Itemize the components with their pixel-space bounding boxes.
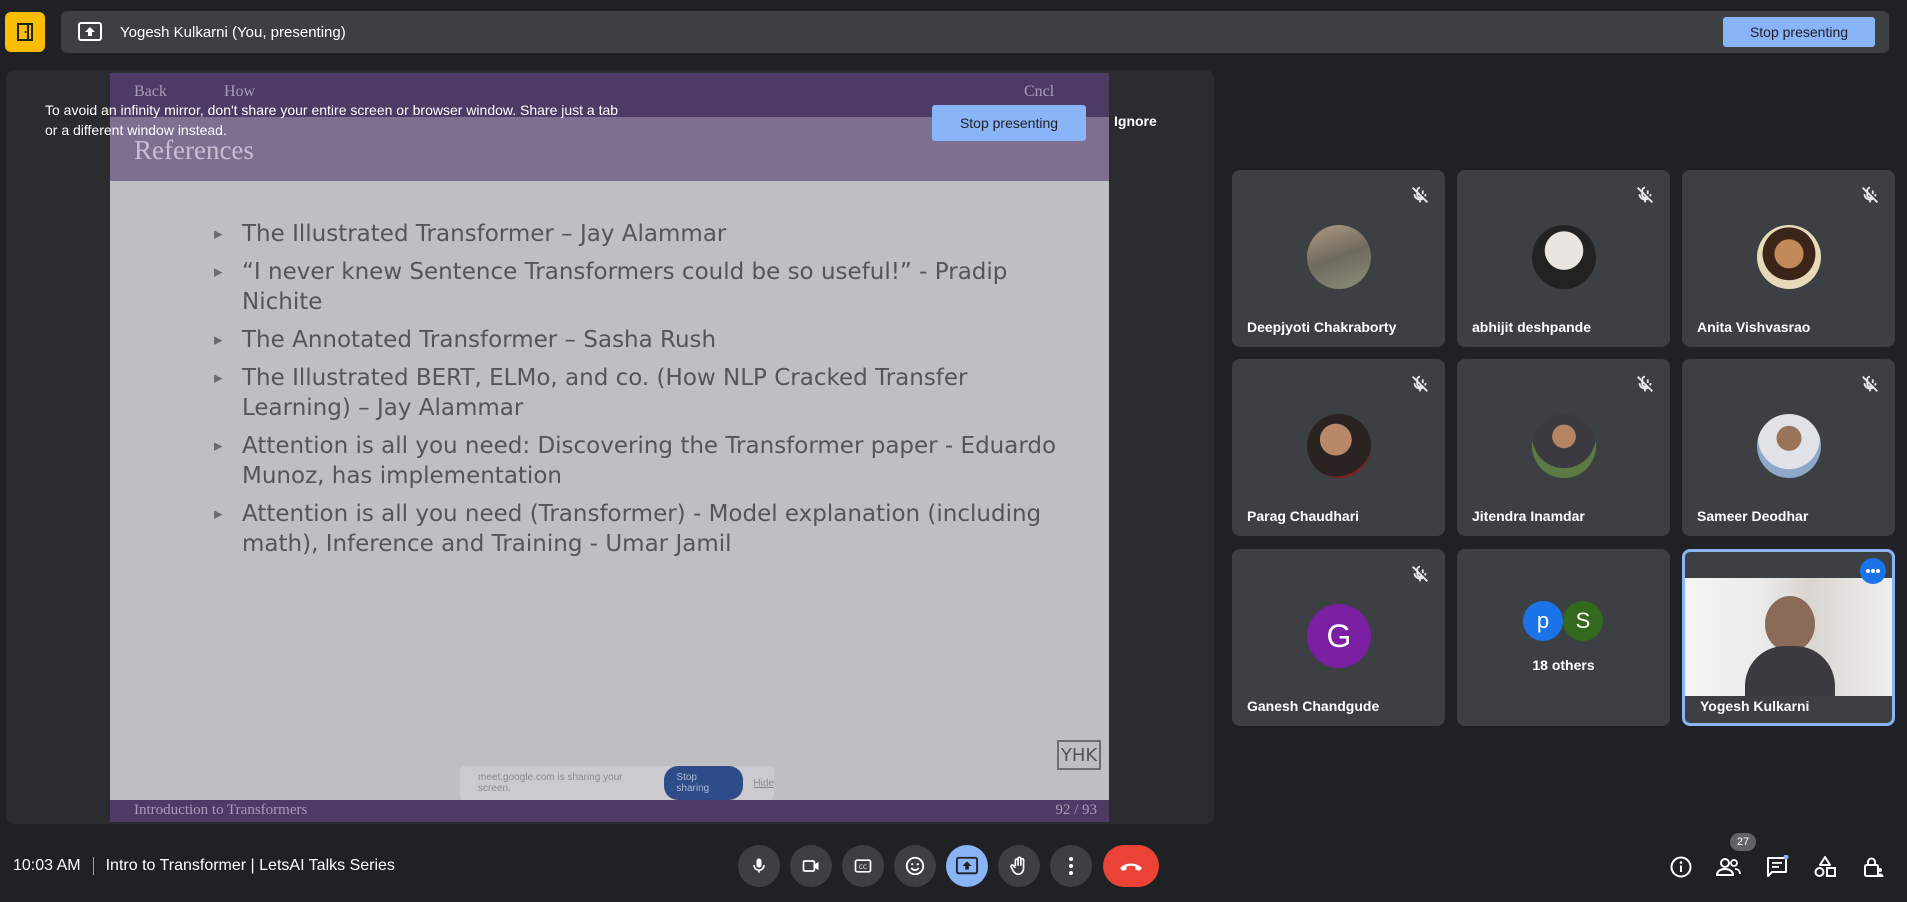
- slide-page-number: 92 / 93: [1055, 802, 1097, 818]
- participant-avatar: [1532, 225, 1596, 289]
- mic-off-icon: [1637, 186, 1653, 203]
- participant-tile[interactable]: Anita Vishvasrao: [1682, 170, 1895, 347]
- more-vertical-icon: [1069, 857, 1073, 875]
- others-count-label: 18 others: [1532, 657, 1595, 673]
- present-screen-button[interactable]: [946, 845, 988, 887]
- participant-avatar: [1757, 225, 1821, 289]
- chat-button[interactable]: [1763, 853, 1791, 881]
- end-call-icon: [1120, 863, 1142, 871]
- participant-tile[interactable]: Parag Chaudhari: [1232, 359, 1445, 536]
- slide-bullet: The Annotated Transformer – Sasha Rush: [214, 325, 1074, 355]
- video-camera-icon: [802, 860, 819, 872]
- people-button[interactable]: [1714, 853, 1742, 881]
- self-video-tile[interactable]: Yogesh Kulkarni: [1682, 549, 1895, 726]
- meeting-details-button[interactable]: [1667, 853, 1695, 881]
- microphone-icon: [753, 858, 765, 873]
- share-hide-link: Hide: [753, 777, 774, 789]
- more-horizontal-icon: [1866, 569, 1880, 573]
- hand-icon: [1010, 856, 1025, 876]
- mic-off-icon: [1637, 375, 1653, 392]
- participant-name: Yogesh Kulkarni: [1700, 698, 1810, 714]
- others-avatar: p: [1523, 601, 1563, 641]
- participant-initial-avatar: G: [1307, 604, 1371, 668]
- participant-name: abhijit deshpande: [1472, 319, 1592, 335]
- participant-tile[interactable]: Jitendra Inamdar: [1457, 359, 1670, 536]
- participant-name: Parag Chaudhari: [1247, 508, 1360, 524]
- current-time: 10:03 AM: [13, 857, 81, 874]
- more-options-menu-button[interactable]: [1050, 845, 1092, 887]
- participant-avatar: [1307, 225, 1371, 289]
- participant-tile[interactable]: Deepjyoti Chakraborty: [1232, 170, 1445, 347]
- mic-off-icon: [1412, 565, 1428, 582]
- participant-tile[interactable]: Sameer Deodhar: [1682, 359, 1895, 536]
- participant-tile[interactable]: G Ganesh Chandgude: [1232, 549, 1445, 726]
- presenting-banner: Yogesh Kulkarni (You, presenting) Stop p…: [61, 11, 1889, 53]
- participant-count-badge: 27: [1730, 833, 1756, 851]
- present-screen-icon: [956, 856, 978, 875]
- participant-name: Anita Vishvasrao: [1697, 319, 1811, 335]
- shared-slide: Back How Cncl References The Illustrated…: [110, 73, 1109, 822]
- slide-logo: YHK: [1057, 740, 1101, 770]
- door-icon: [17, 23, 33, 41]
- present-screen-icon: [77, 21, 103, 43]
- others-avatar: S: [1563, 601, 1603, 641]
- slide-nav-cncl: Cncl: [1024, 83, 1055, 100]
- meeting-info: 10:03 AM Intro to Transformer | LetsAI T…: [13, 857, 395, 875]
- microphone-button[interactable]: [738, 845, 780, 887]
- divider: [92, 857, 94, 875]
- svg-text:CC: CC: [859, 865, 867, 871]
- screen-share-notice: meet.google.com is sharing your screen. …: [460, 766, 774, 800]
- warning-ignore-button[interactable]: Ignore: [1114, 113, 1157, 129]
- reactions-button[interactable]: [894, 845, 936, 887]
- slide-bullet: “I never knew Sentence Transformers coul…: [214, 257, 1074, 317]
- slide-footer-title: Introduction to Transformers: [134, 802, 308, 818]
- chat-icon: [1767, 855, 1789, 877]
- host-controls-button[interactable]: [1859, 853, 1887, 881]
- mic-off-icon: [1412, 186, 1428, 203]
- warning-stop-presenting-button[interactable]: Stop presenting: [932, 105, 1086, 141]
- lock-person-icon: [1864, 857, 1884, 877]
- captions-button[interactable]: CC: [842, 845, 884, 887]
- participant-avatar: [1757, 414, 1821, 478]
- mic-off-icon: [1412, 375, 1428, 392]
- share-stop-button: Stop sharing: [664, 766, 744, 800]
- others-tile[interactable]: p S 18 others: [1457, 549, 1670, 726]
- slide-bullet: Attention is all you need (Transformer) …: [214, 499, 1074, 559]
- shapes-icon: [1814, 856, 1836, 877]
- presentation-stage: Back How Cncl References The Illustrated…: [6, 70, 1214, 824]
- mic-off-icon: [1862, 375, 1878, 392]
- people-icon: [1715, 858, 1741, 876]
- slide-footer: Introduction to Transformers 92 / 93: [110, 800, 1109, 822]
- mic-off-icon: [1862, 186, 1878, 203]
- slide-nav-back: Back: [134, 83, 167, 100]
- participant-avatar: [1307, 414, 1371, 478]
- raise-hand-button[interactable]: [998, 845, 1040, 887]
- info-icon: [1670, 856, 1692, 878]
- participant-tile[interactable]: abhijit deshpande: [1457, 170, 1670, 347]
- leave-call-button[interactable]: [1103, 845, 1159, 887]
- infinity-mirror-warning: To avoid an infinity mirror, don't share…: [45, 102, 619, 138]
- presenter-label: Yogesh Kulkarni (You, presenting): [120, 23, 346, 41]
- slide-bullet: Attention is all you need: Discovering t…: [214, 431, 1074, 491]
- participant-avatar: [1532, 414, 1596, 478]
- captions-icon: CC: [854, 859, 872, 873]
- camera-button[interactable]: [790, 845, 832, 887]
- emoji-icon: [905, 856, 925, 876]
- slide-nav-how: How: [224, 83, 256, 100]
- activities-button[interactable]: [1811, 853, 1839, 881]
- slide-bullet: The Illustrated Transformer – Jay Alamma…: [214, 219, 1074, 249]
- self-video: [1685, 578, 1892, 696]
- share-notice-text: meet.google.com is sharing your screen.: [478, 772, 623, 794]
- participant-name: Deepjyoti Chakraborty: [1247, 319, 1397, 335]
- meeting-title: Intro to Transformer | LetsAI Talks Seri…: [105, 857, 395, 874]
- meeting-home-button[interactable]: [5, 12, 45, 52]
- participant-name: Sameer Deodhar: [1697, 508, 1809, 524]
- stop-presenting-button[interactable]: Stop presenting: [1723, 17, 1875, 47]
- participant-name: Jitendra Inamdar: [1472, 508, 1585, 524]
- participant-name: Ganesh Chandgude: [1247, 698, 1380, 714]
- more-options-button[interactable]: [1860, 558, 1886, 584]
- slide-bullet-list: The Illustrated Transformer – Jay Alamma…: [214, 219, 1074, 567]
- slide-bullet: The Illustrated BERT, ELMo, and co. (How…: [214, 363, 1074, 423]
